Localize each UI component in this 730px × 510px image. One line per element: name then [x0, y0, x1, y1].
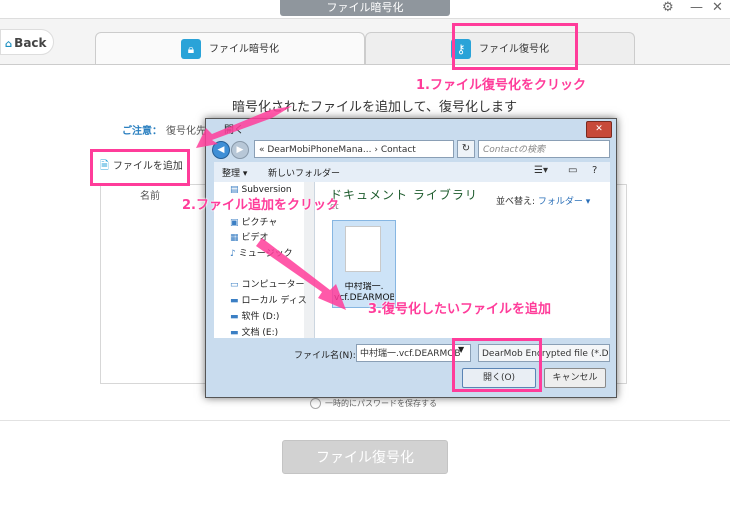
- arrow-step2: [196, 106, 292, 148]
- arrow-step3: [256, 238, 346, 310]
- annotation-step2: 2.ファイル追加をクリック: [182, 198, 339, 213]
- highlight-decrypt-tab: [452, 23, 578, 70]
- highlight-add-file: [90, 149, 190, 186]
- annotation-step1: 1.ファイル復号化をクリック: [416, 78, 586, 93]
- annotation-step3: 3.復号化したいファイルを追加: [368, 302, 551, 317]
- highlight-open-button: [452, 338, 542, 392]
- annotation-arrows: [196, 106, 346, 310]
